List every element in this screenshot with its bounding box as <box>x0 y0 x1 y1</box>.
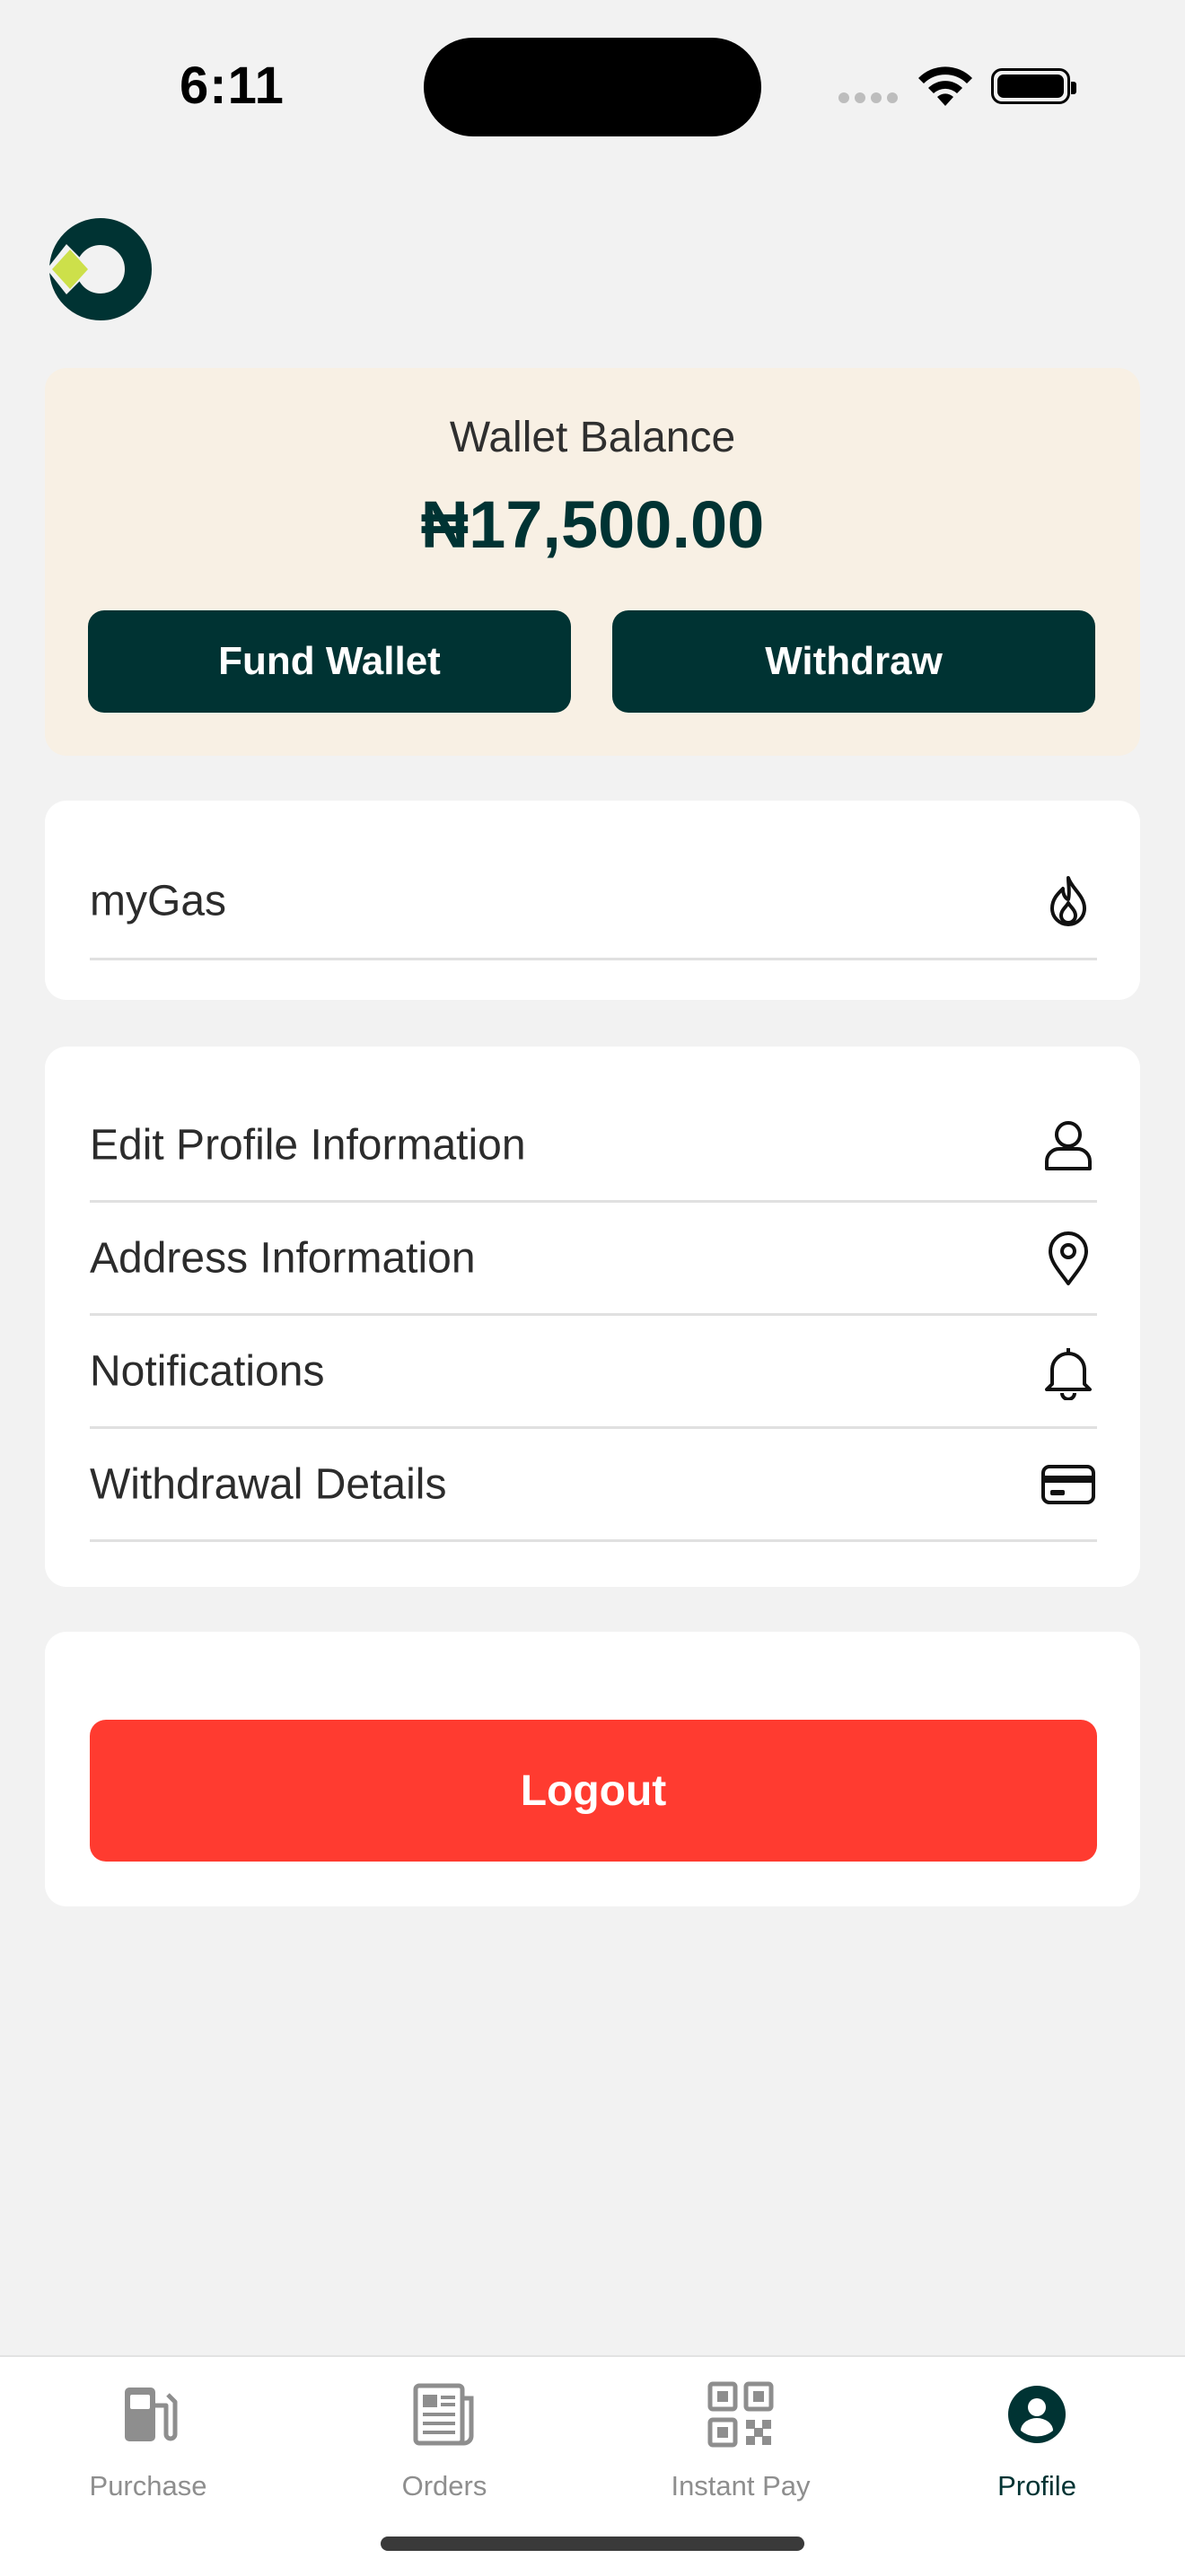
tab-label: Orders <box>401 2470 487 2502</box>
fund-wallet-button[interactable]: Fund Wallet <box>88 610 571 713</box>
logout-card: Logout <box>45 1632 1140 1906</box>
menu-item-edit-profile[interactable]: Edit Profile Information <box>90 1090 1097 1203</box>
app-logo <box>47 217 153 326</box>
menu-item-label: Address Information <box>90 1234 476 1282</box>
wallet-balance-amount: ₦17,500.00 <box>420 487 765 562</box>
menu-item-label: Notifications <box>90 1347 325 1395</box>
user-icon <box>1045 1120 1092 1170</box>
newspaper-icon <box>413 2383 474 2446</box>
status-time: 6:11 <box>180 57 285 115</box>
logout-button[interactable]: Logout <box>90 1720 1097 1862</box>
battery-icon <box>991 68 1076 104</box>
home-indicator <box>381 2537 804 2551</box>
tab-profile[interactable]: Profile <box>889 2379 1185 2502</box>
profile-icon <box>1008 2386 1066 2443</box>
tab-label: Instant Pay <box>671 2470 811 2502</box>
profile-menu-card: Edit Profile Information Address Informa… <box>45 1047 1140 1587</box>
credit-card-icon <box>1041 1464 1095 1504</box>
tab-label: Profile <box>997 2470 1076 2502</box>
tab-orders[interactable]: Orders <box>296 2379 592 2502</box>
mygas-label: myGas <box>90 877 227 924</box>
menu-item-address[interactable]: Address Information <box>90 1203 1097 1316</box>
mygas-card: myGas <box>45 801 1140 1000</box>
cellular-signal-icon <box>838 92 903 108</box>
wallet-card: Wallet Balance ₦17,500.00 Fund Wallet Wi… <box>45 368 1140 756</box>
wallet-balance-label: Wallet Balance <box>449 414 736 461</box>
mygas-row[interactable]: myGas <box>90 844 1097 960</box>
dynamic-island <box>424 38 761 136</box>
wifi-icon <box>916 63 975 112</box>
tab-label: Purchase <box>89 2470 207 2502</box>
bell-icon <box>1045 1347 1092 1400</box>
tab-instant-pay[interactable]: Instant Pay <box>592 2379 889 2502</box>
tab-purchase[interactable]: Purchase <box>0 2379 296 2502</box>
flame-icon <box>1050 875 1086 926</box>
menu-item-withdrawal-details[interactable]: Withdrawal Details <box>90 1429 1097 1542</box>
location-pin-icon <box>1049 1231 1088 1285</box>
menu-item-notifications[interactable]: Notifications <box>90 1316 1097 1429</box>
qr-code-icon <box>707 2381 774 2448</box>
fuel-pump-icon <box>125 2388 178 2441</box>
menu-item-label: Edit Profile Information <box>90 1121 526 1169</box>
menu-item-label: Withdrawal Details <box>90 1460 447 1508</box>
withdraw-button[interactable]: Withdraw <box>612 610 1095 713</box>
